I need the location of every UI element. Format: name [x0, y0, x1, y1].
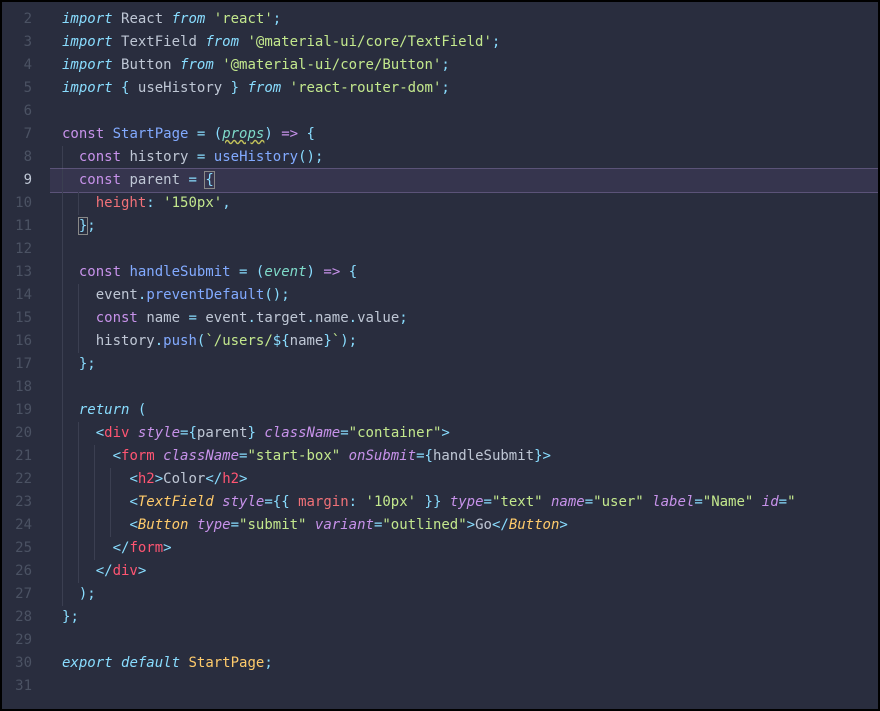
line-number: 25: [2, 537, 32, 560]
line-number: 13: [2, 261, 32, 284]
line-number: 3: [2, 31, 32, 54]
code-line[interactable]: import { useHistory } from 'react-router…: [50, 77, 878, 100]
code-line[interactable]: [50, 629, 878, 652]
line-number: 17: [2, 353, 32, 376]
line-number: 19: [2, 399, 32, 422]
code-line[interactable]: <div style={parent} className="container…: [50, 422, 878, 445]
code-line[interactable]: };: [50, 606, 878, 629]
code-line[interactable]: event.preventDefault();: [50, 284, 878, 307]
line-number: 27: [2, 583, 32, 606]
line-number: 5: [2, 77, 32, 100]
line-number: 2: [2, 8, 32, 31]
line-number: 26: [2, 560, 32, 583]
line-number: 20: [2, 422, 32, 445]
code-line[interactable]: [50, 675, 878, 698]
line-number: 16: [2, 330, 32, 353]
line-number: 31: [2, 675, 32, 698]
code-editor: 2 3 4 5 6 7 8 9 10 11 12 13 14 15 16 17 …: [2, 2, 878, 709]
line-number: 28: [2, 606, 32, 629]
line-number: 10: [2, 192, 32, 215]
code-line[interactable]: export default StartPage;: [50, 652, 878, 675]
code-line[interactable]: [50, 100, 878, 123]
code-line[interactable]: </form>: [50, 537, 878, 560]
code-line[interactable]: const history = useHistory();: [50, 146, 878, 169]
line-number: 14: [2, 284, 32, 307]
line-number: 18: [2, 376, 32, 399]
line-number: 4: [2, 54, 32, 77]
line-number: 29: [2, 629, 32, 652]
code-line[interactable]: };: [50, 215, 878, 238]
code-line[interactable]: [50, 238, 878, 261]
line-number: 8: [2, 146, 32, 169]
code-line[interactable]: <h2>Color</h2>: [50, 468, 878, 491]
line-number: 30: [2, 652, 32, 675]
code-line[interactable]: const name = event.target.name.value;: [50, 307, 878, 330]
code-line-current[interactable]: const parent = {: [50, 168, 878, 193]
line-number: 23: [2, 491, 32, 514]
code-line[interactable]: <TextField style={{ margin: '10px' }} ty…: [50, 491, 878, 514]
code-line[interactable]: </div>: [50, 560, 878, 583]
code-line[interactable]: <form className="start-box" onSubmit={ha…: [50, 445, 878, 468]
code-line[interactable]: );: [50, 583, 878, 606]
code-line[interactable]: const handleSubmit = (event) => {: [50, 261, 878, 284]
code-line[interactable]: <Button type="submit" variant="outlined"…: [50, 514, 878, 537]
code-line[interactable]: [50, 376, 878, 399]
code-line[interactable]: import Button from '@material-ui/core/Bu…: [50, 54, 878, 77]
code-line[interactable]: import React from 'react';: [50, 8, 878, 31]
code-line[interactable]: };: [50, 353, 878, 376]
line-number-current: 9: [2, 169, 32, 192]
line-number: 22: [2, 468, 32, 491]
line-number: 12: [2, 238, 32, 261]
line-number: 11: [2, 215, 32, 238]
line-number: 15: [2, 307, 32, 330]
code-line[interactable]: history.push(`/users/${name}`);: [50, 330, 878, 353]
code-line[interactable]: import TextField from '@material-ui/core…: [50, 31, 878, 54]
code-line[interactable]: const StartPage = (props) => {: [50, 123, 878, 146]
line-number: 7: [2, 123, 32, 146]
code-area[interactable]: import React from 'react'; import TextFi…: [50, 2, 878, 709]
line-number: 21: [2, 445, 32, 468]
line-number-gutter: 2 3 4 5 6 7 8 9 10 11 12 13 14 15 16 17 …: [2, 2, 50, 709]
line-number: 24: [2, 514, 32, 537]
code-line[interactable]: return (: [50, 399, 878, 422]
code-line[interactable]: height: '150px',: [50, 192, 878, 215]
line-number: 6: [2, 100, 32, 123]
